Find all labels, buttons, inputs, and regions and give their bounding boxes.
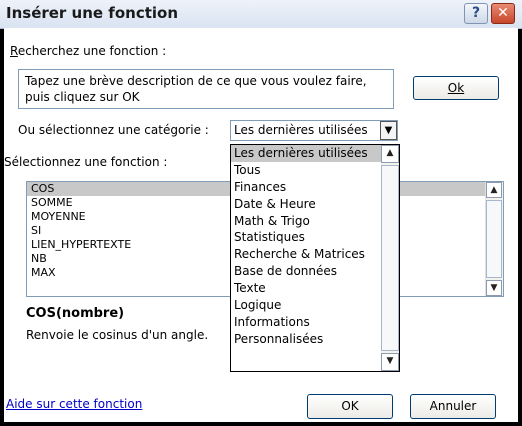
search-label-mnemonic: R [10, 44, 18, 58]
function-list-label: Sélectionnez une fonction : [4, 155, 168, 169]
category-option[interactable]: Statistiques [231, 229, 399, 246]
category-option[interactable]: Les dernières utilisées [231, 145, 399, 162]
category-options: Les dernières utilisées Tous Finances Date … [231, 145, 399, 348]
category-option[interactable]: Base de données [231, 263, 399, 280]
scroll-thumb[interactable] [381, 165, 399, 351]
search-label: Recherchez une fonction : [10, 44, 166, 58]
scroll-thumb[interactable] [486, 200, 502, 278]
function-signature: COS(nombre) [26, 306, 125, 321]
chevron-down-icon[interactable]: ▼ [380, 121, 397, 140]
category-select[interactable]: Les dernières utilisées ▼ [230, 120, 398, 141]
category-option[interactable]: Tous [231, 162, 399, 179]
search-label-rest: echerchez une fonction : [17, 44, 167, 58]
category-option[interactable]: Logique [231, 297, 399, 314]
insert-function-dialog: Insérer une fonction ? ✕ Recherchez une … [0, 0, 522, 426]
category-dropdown-list[interactable]: Les dernières utilisées Tous Finances Date … [230, 144, 400, 372]
function-list-scrollbar[interactable]: ▲ ▼ [485, 182, 503, 296]
scroll-up-icon[interactable]: ▲ [486, 182, 502, 198]
category-option[interactable]: Texte [231, 280, 399, 297]
category-option[interactable]: Finances [231, 179, 399, 196]
ok-button[interactable]: OK [307, 394, 393, 419]
function-description: Renvoie le cosinus d'un angle. [26, 328, 209, 342]
cancel-button[interactable]: Annuler [410, 394, 496, 419]
category-option[interactable]: Math & Trigo [231, 213, 399, 230]
help-link[interactable]: Aide sur cette fonction [6, 397, 142, 411]
dialog-title: Insérer une fonction [6, 4, 179, 22]
category-selected-value: Les dernières utilisées [234, 123, 368, 137]
help-icon[interactable]: ? [464, 3, 488, 24]
category-option[interactable]: Recherche & Matrices [231, 246, 399, 263]
scroll-down-icon[interactable]: ▼ [486, 280, 502, 296]
category-option[interactable]: Informations [231, 314, 399, 331]
scroll-up-icon[interactable]: ▲ [381, 145, 399, 163]
search-go-label: Ok [447, 81, 465, 95]
category-option[interactable]: Personnalisées [231, 331, 399, 348]
title-bar[interactable]: Insérer une fonction ? ✕ [0, 0, 522, 29]
search-description-input[interactable]: Tapez une brève description de ce que vo… [18, 69, 394, 109]
dialog-body: Recherchez une fonction : Tapez une brèv… [4, 28, 518, 422]
close-icon[interactable]: ✕ [491, 3, 515, 24]
category-label: Ou sélectionnez une catégorie : [18, 123, 209, 137]
category-option[interactable]: Date & Heure [231, 196, 399, 213]
search-go-button[interactable]: Ok [413, 76, 499, 100]
scroll-down-icon[interactable]: ▼ [381, 353, 399, 371]
category-dropdown-scrollbar[interactable]: ▲ ▼ [381, 145, 399, 371]
